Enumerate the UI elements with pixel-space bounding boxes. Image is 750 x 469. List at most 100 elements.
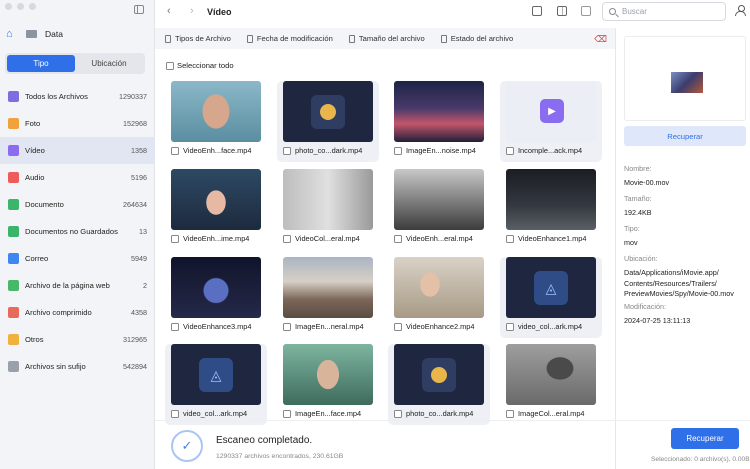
file-name: photo_co...dark.mp4 [406, 409, 474, 418]
no-suffix-icon [8, 361, 19, 372]
close-window-button[interactable] [5, 3, 12, 10]
file-checkbox[interactable] [171, 146, 179, 155]
file-checkbox[interactable] [394, 409, 402, 418]
file-checkbox[interactable] [171, 322, 179, 331]
file-checkbox[interactable] [283, 322, 291, 331]
user-icon[interactable] [735, 5, 746, 16]
file-checkbox[interactable] [506, 146, 514, 155]
meta-value: Movie-00.mov [624, 178, 670, 187]
sidebar-toggle-icon[interactable] [134, 5, 144, 14]
file-card[interactable]: VideoEnh...eral.mp4 [388, 169, 490, 250]
home-icon[interactable]: ⌂ [6, 28, 18, 40]
sidebar-item[interactable]: Documentos no Guardados 13 [0, 218, 155, 245]
file-card[interactable]: VideoEnh...ime.mp4 [165, 169, 267, 250]
sidebar-item[interactable]: Documento 264634 [0, 191, 155, 218]
filter-file-type[interactable]: Tipos de Archivo [165, 34, 231, 43]
sidebar-item[interactable]: Archivos sin sufijo 542894 [0, 353, 155, 380]
zoom-window-button[interactable] [29, 3, 36, 10]
forward-arrow-icon[interactable]: › [190, 5, 194, 17]
file-thumbnail[interactable] [283, 257, 373, 318]
file-thumbnail[interactable] [171, 81, 261, 142]
window-controls [5, 3, 36, 10]
file-thumbnail[interactable] [394, 169, 484, 230]
back-arrow-icon[interactable]: ‹ [167, 5, 171, 17]
file-thumbnail[interactable]: ◬ [506, 257, 596, 318]
file-checkbox[interactable] [506, 322, 514, 331]
sidebar: ⌂ Data Tipo Ubicación Todos los Archivos… [0, 0, 155, 469]
file-card[interactable]: ▶ Incomple...ack.mp4 [500, 81, 602, 162]
sidebar-item[interactable]: Foto 152968 [0, 110, 155, 137]
select-all-checkbox[interactable] [166, 61, 174, 70]
recover-button[interactable]: Recuperar [671, 428, 739, 449]
file-card[interactable]: ImageEn...neral.mp4 [277, 257, 379, 338]
file-checkbox[interactable] [394, 322, 402, 331]
grid-view-icon[interactable] [532, 6, 542, 16]
file-checkbox[interactable] [171, 234, 179, 243]
file-thumbnail[interactable] [171, 257, 261, 318]
filter-view-icon[interactable] [581, 6, 591, 16]
file-checkbox[interactable] [394, 146, 402, 155]
meta-name: Nombre: Movie-00.mov [624, 164, 669, 189]
file-checkbox[interactable] [506, 234, 514, 243]
sidebar-item[interactable]: Correo 5949 [0, 245, 155, 272]
sidebar-item[interactable]: Archivo de la página web 2 [0, 272, 155, 299]
tab-tipo[interactable]: Tipo [7, 55, 75, 72]
sidebar-item[interactable]: Archivo comprimido 4358 [0, 299, 155, 326]
file-card[interactable]: ◬ video_col...ark.mp4 [165, 344, 267, 425]
sidebar-item[interactable]: Todos los Archivos 1290337 [0, 83, 155, 110]
file-card[interactable]: ImageCol...eral.mp4 [500, 344, 602, 425]
file-thumbnail[interactable]: ▶ [506, 81, 596, 142]
file-card[interactable]: photo_co...dark.mp4 [388, 344, 490, 425]
file-checkbox[interactable] [283, 234, 291, 243]
sidebar-item[interactable]: Audio 5196 [0, 164, 155, 191]
file-thumbnail[interactable] [283, 169, 373, 230]
file-card[interactable]: ◬ video_col...ark.mp4 [500, 257, 602, 338]
filter-modified-date[interactable]: Fecha de modificación [246, 34, 333, 43]
file-thumbnail[interactable] [394, 257, 484, 318]
file-thumbnail[interactable] [506, 169, 596, 230]
file-thumbnail[interactable] [506, 344, 596, 405]
file-card[interactable]: ImageEn...noise.mp4 [388, 81, 490, 162]
sidebar-item-count: 1290337 [119, 92, 147, 101]
file-checkbox[interactable] [394, 234, 402, 243]
sidebar-item-label: Otros [25, 335, 44, 344]
file-card[interactable]: VideoEnhance3.mp4 [165, 257, 267, 338]
recover-preview-button[interactable]: Recuperar [624, 126, 746, 146]
meta-key: Tamaño: [624, 194, 652, 203]
file-checkbox[interactable] [283, 409, 291, 418]
sidebar-item[interactable]: Vídeo 1358 [0, 137, 155, 164]
file-thumbnail[interactable] [283, 81, 373, 142]
meta-location: Ubicación: Data/Applications/iMovie.app/… [624, 254, 734, 300]
search-input[interactable]: Buscar [602, 2, 726, 21]
file-thumbnail[interactable]: ◬ [171, 344, 261, 405]
file-icon [348, 34, 355, 43]
filter-file-size[interactable]: Tamaño del archivo [348, 34, 425, 43]
file-card[interactable]: ImageEn...face.mp4 [277, 344, 379, 425]
filter-file-status[interactable]: Estado del archivo [440, 34, 513, 43]
file-name: ImageEn...noise.mp4 [406, 146, 476, 155]
file-card[interactable]: VideoCol...eral.mp4 [277, 169, 379, 250]
select-all[interactable]: Seleccionar todo [166, 61, 234, 70]
file-card[interactable]: VideoEnhance1.mp4 [500, 169, 602, 250]
file-checkbox[interactable] [506, 409, 514, 418]
meta-modified: Modificación: 2024-07-25 13:11:13 [624, 302, 690, 327]
clear-filter-icon[interactable]: ⌫ [594, 34, 607, 45]
sidebar-item-count: 264634 [123, 200, 147, 209]
panel-view-icon[interactable] [557, 6, 567, 16]
meta-value: Data/Applications/iMovie.app/ Contents/R… [624, 268, 734, 298]
file-card[interactable]: photo_co...dark.mp4 [277, 81, 379, 162]
sidebar-item[interactable]: Otros 312965 [0, 326, 155, 353]
file-card[interactable]: VideoEnh...face.mp4 [165, 81, 267, 162]
file-thumbnail[interactable] [171, 169, 261, 230]
file-thumbnail[interactable] [394, 81, 484, 142]
filter-bar: Tipos de Archivo Fecha de modificación T… [155, 28, 615, 49]
tab-ubicacion[interactable]: Ubicación [75, 55, 143, 72]
file-thumbnail[interactable] [283, 344, 373, 405]
file-thumbnail[interactable] [394, 344, 484, 405]
file-checkbox[interactable] [171, 409, 179, 418]
file-card[interactable]: VideoEnhance2.mp4 [388, 257, 490, 338]
file-checkbox[interactable] [283, 146, 291, 155]
sidebar-item-label: Correo [25, 254, 49, 263]
drive-icon [26, 30, 37, 38]
minimize-window-button[interactable] [17, 3, 24, 10]
